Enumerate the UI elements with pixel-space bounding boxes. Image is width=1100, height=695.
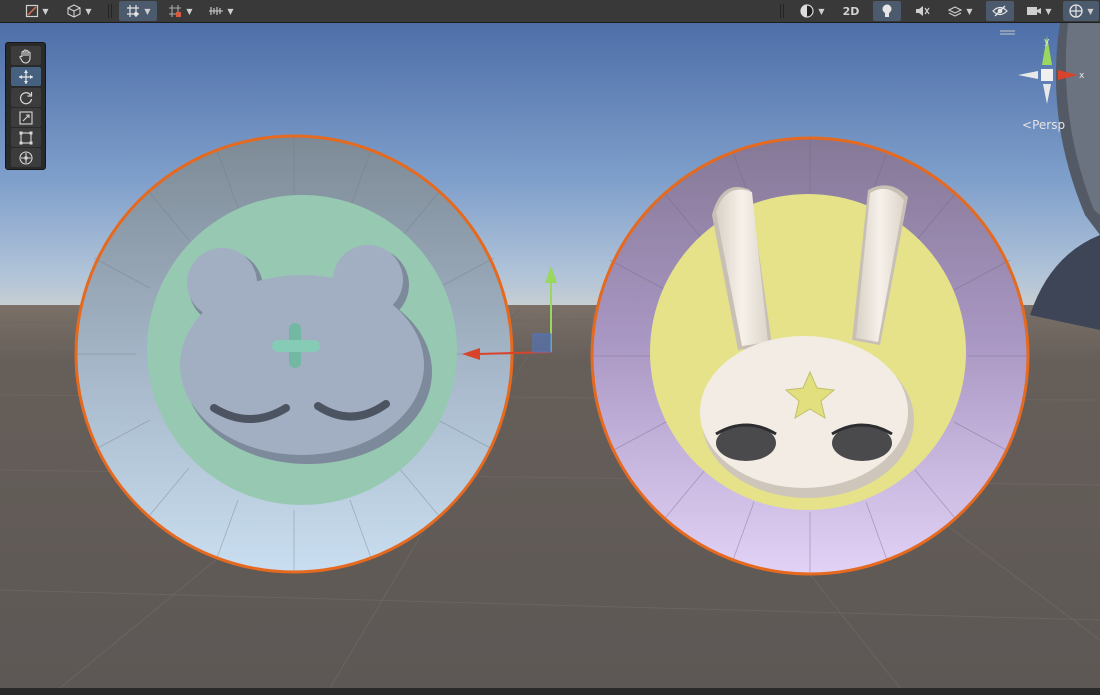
scene-view-toolbar: ▼ ▼ ▼ ▼ ▼ ▼ 2D ▼ ▼ ▼ bbox=[0, 0, 1100, 23]
chevron-down-icon: ▼ bbox=[227, 6, 234, 16]
view-tool-button[interactable] bbox=[11, 46, 41, 65]
scale-tool-button[interactable] bbox=[11, 108, 41, 127]
audio-toggle[interactable] bbox=[908, 1, 936, 21]
toolbar-divider bbox=[780, 4, 781, 18]
increment-snap-dropdown[interactable]: ▼ bbox=[161, 1, 199, 21]
draw-mode-icon bbox=[26, 4, 39, 18]
effects-layers-icon bbox=[948, 6, 963, 17]
move-arrows-icon bbox=[19, 69, 33, 84]
ruler-icon bbox=[209, 7, 224, 15]
audio-mute-icon bbox=[916, 6, 930, 16]
gizmo-cube-icon bbox=[67, 4, 81, 18]
grid-snap-dropdown[interactable]: ▼ bbox=[119, 1, 157, 21]
status-strip bbox=[0, 688, 1100, 695]
grid-snap-icon bbox=[127, 5, 140, 17]
scene-visibility-toggle[interactable] bbox=[986, 1, 1014, 21]
rect-transform-icon bbox=[19, 131, 33, 144]
increment-snap-icon bbox=[169, 5, 182, 17]
bear-badge[interactable] bbox=[74, 134, 514, 574]
chevron-down-icon: ▼ bbox=[1045, 6, 1052, 16]
chevron-down-icon: ▼ bbox=[85, 6, 92, 16]
projection-toggle[interactable]: <Persp bbox=[1022, 118, 1065, 132]
orientation-x-label: x bbox=[1079, 71, 1085, 81]
orientation-y-label: y bbox=[1044, 37, 1050, 47]
tools-overlay bbox=[5, 42, 46, 170]
shading-mode-icon bbox=[800, 4, 815, 18]
hand-icon bbox=[19, 48, 31, 64]
rect-tool-button[interactable] bbox=[11, 128, 41, 147]
visibility-icon bbox=[992, 5, 1008, 17]
transform-icon bbox=[19, 150, 33, 165]
scale-icon bbox=[19, 110, 33, 125]
effects-dropdown[interactable]: ▼ bbox=[940, 1, 980, 21]
bear-face bbox=[180, 245, 432, 464]
lighting-toggle[interactable] bbox=[873, 1, 901, 21]
chevron-down-icon: ▼ bbox=[1087, 6, 1094, 16]
gizmos-dropdown[interactable]: ▼ bbox=[1063, 1, 1099, 21]
scene-viewport[interactable]: y x bbox=[0, 23, 1100, 688]
draw-mode-dropdown[interactable]: ▼ bbox=[18, 1, 56, 21]
projection-label: Persp bbox=[1032, 118, 1066, 132]
bunny-badge[interactable] bbox=[590, 136, 1030, 576]
toolbar-divider bbox=[108, 4, 109, 18]
camera-icon bbox=[1027, 7, 1042, 15]
toolbar-divider bbox=[111, 4, 112, 18]
rotate-icon bbox=[19, 91, 33, 104]
rotate-tool-button[interactable] bbox=[11, 88, 41, 107]
chevron-left-icon: < bbox=[1022, 118, 1033, 132]
chevron-down-icon: ▼ bbox=[966, 6, 973, 16]
transform-tool-button[interactable] bbox=[11, 148, 41, 167]
ruler-dropdown[interactable]: ▼ bbox=[202, 1, 240, 21]
chevron-down-icon: ▼ bbox=[818, 6, 825, 16]
light-bulb-icon bbox=[882, 4, 892, 17]
move-gizmo-plane-handle[interactable] bbox=[532, 333, 552, 353]
orientation-center-cube[interactable] bbox=[1041, 69, 1053, 81]
toolbar-divider bbox=[783, 4, 784, 18]
gizmos-icon bbox=[1069, 4, 1084, 18]
chevron-down-icon: ▼ bbox=[42, 6, 49, 16]
gizmo-cube-dropdown[interactable]: ▼ bbox=[60, 1, 98, 21]
2d-toggle[interactable]: 2D bbox=[836, 1, 866, 21]
camera-dropdown[interactable]: ▼ bbox=[1020, 1, 1058, 21]
chevron-down-icon: ▼ bbox=[144, 6, 151, 16]
move-tool-button[interactable] bbox=[11, 67, 41, 86]
chevron-down-icon: ▼ bbox=[186, 6, 193, 16]
shading-mode-dropdown[interactable]: ▼ bbox=[792, 1, 832, 21]
